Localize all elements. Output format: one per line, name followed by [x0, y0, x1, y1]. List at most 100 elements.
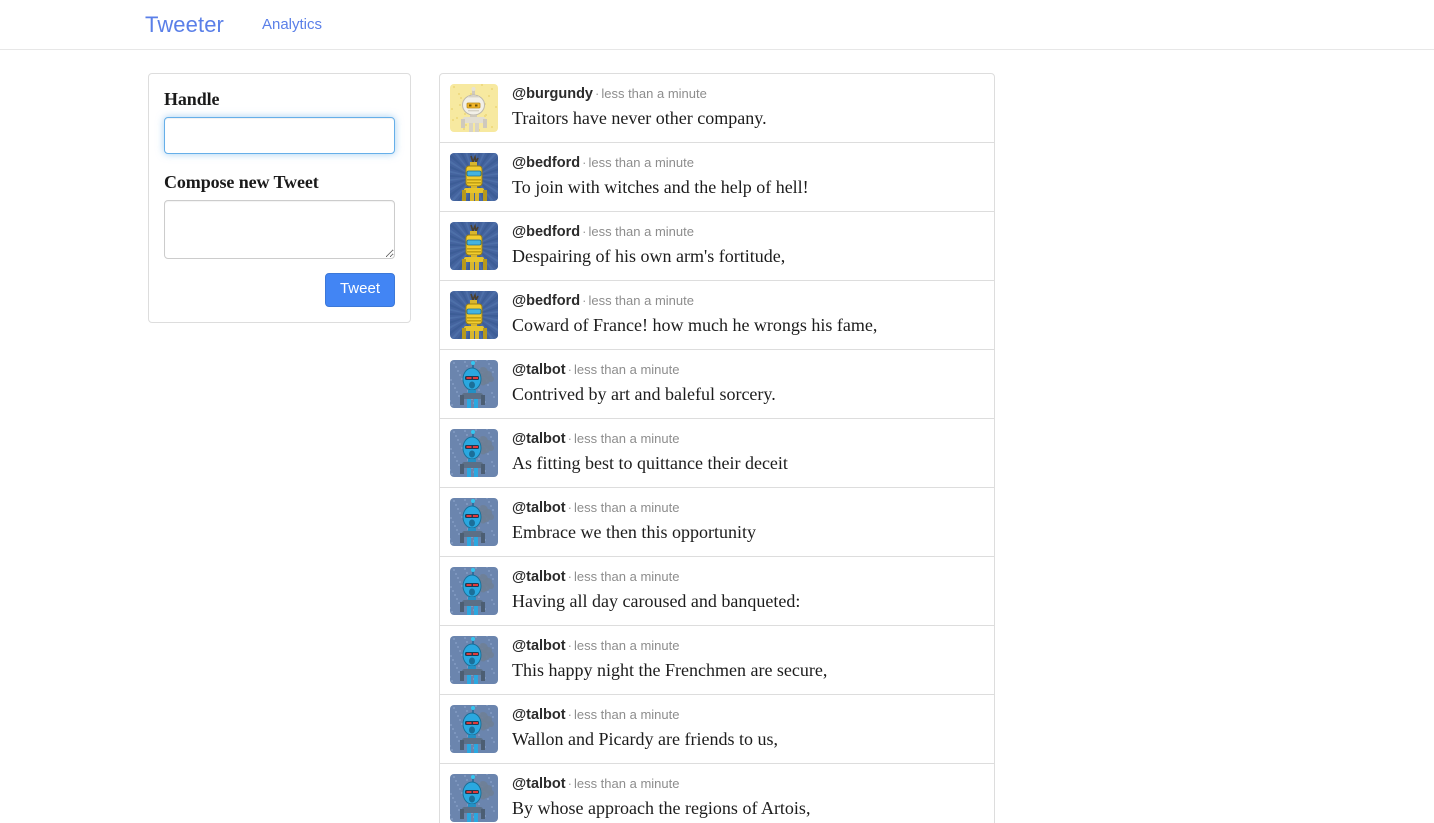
- meta-separator: ·: [582, 155, 587, 170]
- tweet-text: Despairing of his own arm's fortitude,: [512, 246, 786, 267]
- tweet-meta: @bedford · less than a minute: [512, 292, 877, 310]
- tweet-meta: @talbot · less than a minute: [512, 430, 788, 448]
- tweet-body: @talbot · less than a minute Having all day…: [512, 567, 800, 613]
- tweet-timestamp: less than a minute: [573, 362, 680, 377]
- tweet-body: @talbot · less than a minute Wallon and Pic…: [512, 705, 778, 751]
- nav-link-analytics[interactable]: Analytics: [262, 17, 322, 32]
- tweet-body: @bedford · less than a minute Despairing of…: [512, 222, 785, 268]
- meta-separator: ·: [567, 638, 572, 653]
- compose-textarea[interactable]: [164, 200, 395, 259]
- tweet-text: Coward of France! how much he wrongs his…: [512, 315, 878, 336]
- tweet-body: @talbot · less than a minute Embrace we the…: [512, 498, 756, 544]
- tweet-meta: @talbot · less than a minute: [512, 499, 756, 517]
- tweet-row[interactable]: @bedford · less than a minute To join with …: [440, 143, 994, 212]
- tweet-timestamp: less than a minute: [573, 776, 680, 791]
- meta-separator: ·: [567, 707, 572, 722]
- tweet-meta: @talbot · less than a minute: [512, 706, 778, 724]
- tweet-handle[interactable]: @talbot: [512, 500, 566, 516]
- tweet-body: @bedford · less than a minute Coward of Fra…: [512, 291, 877, 337]
- tweet-handle[interactable]: @bedford: [512, 293, 580, 309]
- tweet-timestamp: less than a minute: [573, 707, 680, 722]
- robot-avatar-talbot-icon: [450, 567, 498, 615]
- tweet-meta: @talbot · less than a minute: [512, 775, 810, 793]
- tweet-row[interactable]: @talbot · less than a minute Wallon and Pic…: [440, 695, 994, 764]
- tweet-handle[interactable]: @bedford: [512, 155, 580, 171]
- robot-avatar-burgundy-icon: [450, 84, 498, 132]
- tweet-timestamp: less than a minute: [573, 500, 680, 515]
- tweet-handle[interactable]: @talbot: [512, 569, 566, 585]
- meta-separator: ·: [567, 362, 572, 377]
- tweet-meta: @talbot · less than a minute: [512, 568, 800, 586]
- tweet-row[interactable]: @talbot · less than a minute As fitting bes…: [440, 419, 994, 488]
- tweet-body: @burgundy · less than a minute Traitors hav…: [512, 84, 767, 130]
- navbar: Tweeter Analytics: [0, 0, 1434, 50]
- robot-avatar-talbot-icon: [450, 498, 498, 546]
- tweet-row[interactable]: @burgundy · less than a minute Traitors hav…: [440, 74, 994, 143]
- tweet-body: @talbot · less than a minute As fitting bes…: [512, 429, 788, 475]
- tweet-timestamp: less than a minute: [573, 569, 680, 584]
- meta-separator: ·: [567, 776, 572, 791]
- handle-label: Handle: [164, 89, 220, 109]
- tweet-body: @talbot · less than a minute Contrived by a…: [512, 360, 776, 406]
- page-body: Handle Compose new Tweet Tweet @burgundy…: [0, 50, 1434, 823]
- robot-avatar-bedford-icon: [450, 153, 498, 201]
- meta-separator: ·: [595, 86, 600, 101]
- tweet-timestamp: less than a minute: [588, 224, 694, 239]
- tweet-text: This happy night the Frenchmen are secur…: [512, 660, 828, 681]
- tweet-body: @bedford · less than a minute To join with …: [512, 153, 809, 199]
- robot-avatar-bedford-icon: [450, 222, 498, 270]
- tweet-meta: @burgundy · less than a minute: [512, 85, 767, 103]
- meta-separator: ·: [567, 431, 572, 446]
- robot-avatar-talbot-icon: [450, 429, 498, 477]
- compose-panel: Handle Compose new Tweet Tweet: [148, 73, 411, 323]
- tweet-meta: @talbot · less than a minute: [512, 361, 776, 379]
- tweet-handle[interactable]: @talbot: [512, 707, 566, 723]
- tweet-submit-button[interactable]: Tweet: [324, 273, 395, 307]
- tweet-body: @talbot · less than a minute By whose appro…: [512, 774, 810, 820]
- tweet-timestamp: less than a minute: [588, 293, 694, 308]
- tweet-handle[interactable]: @talbot: [512, 776, 566, 792]
- tweet-row[interactable]: @bedford · less than a minute Coward of Fra…: [440, 281, 994, 350]
- tweet-text: Wallon and Picardy are friends to us,: [512, 729, 778, 750]
- tweet-text: Traitors have never other company.: [512, 108, 767, 129]
- robot-avatar-talbot-icon: [450, 705, 498, 753]
- tweet-row[interactable]: @talbot · less than a minute This happy nig…: [440, 626, 994, 695]
- robot-avatar-talbot-icon: [450, 636, 498, 684]
- tweet-row[interactable]: @talbot · less than a minute Having all day…: [440, 557, 994, 626]
- tweet-timestamp: less than a minute: [573, 638, 680, 653]
- compose-label: Compose new Tweet: [164, 172, 319, 192]
- tweet-handle[interactable]: @talbot: [512, 638, 566, 654]
- handle-input[interactable]: [164, 117, 395, 154]
- tweet-handle[interactable]: @talbot: [512, 431, 566, 447]
- tweet-meta: @talbot · less than a minute: [512, 637, 827, 655]
- tweet-body: @talbot · less than a minute This happy nig…: [512, 636, 827, 682]
- tweet-text: Contrived by art and baleful sorcery.: [512, 384, 776, 405]
- tweet-text: By whose approach the regions of Artois,: [512, 798, 811, 819]
- tweet-row[interactable]: @talbot · less than a minute Contrived by a…: [440, 350, 994, 419]
- compose-actions: Tweet: [164, 273, 395, 307]
- tweet-feed: @burgundy · less than a minute Traitors hav…: [439, 73, 995, 823]
- meta-separator: ·: [567, 500, 572, 515]
- meta-separator: ·: [582, 224, 587, 239]
- meta-separator: ·: [582, 293, 587, 308]
- robot-avatar-bedford-icon: [450, 291, 498, 339]
- tweet-handle[interactable]: @talbot: [512, 362, 566, 378]
- robot-avatar-talbot-icon: [450, 360, 498, 408]
- tweet-row[interactable]: @talbot · less than a minute Embrace we the…: [440, 488, 994, 557]
- tweet-text: Having all day caroused and banqueted:: [512, 591, 801, 612]
- tweet-timestamp: less than a minute: [588, 155, 694, 170]
- tweet-row[interactable]: @talbot · less than a minute By whose appro…: [440, 764, 994, 823]
- tweet-meta: @bedford · less than a minute: [512, 223, 785, 241]
- robot-avatar-talbot-icon: [450, 774, 498, 822]
- tweet-text: To join with witches and the help of hel…: [512, 177, 809, 198]
- brand-link[interactable]: Tweeter: [145, 13, 224, 36]
- meta-separator: ·: [567, 569, 572, 584]
- tweet-text: As fitting best to quittance their decei…: [512, 453, 788, 474]
- tweet-text: Embrace we then this opportunity: [512, 522, 756, 543]
- tweet-timestamp: less than a minute: [601, 86, 707, 101]
- tweet-row[interactable]: @bedford · less than a minute Despairing of…: [440, 212, 994, 281]
- tweet-handle[interactable]: @bedford: [512, 224, 580, 240]
- tweet-handle[interactable]: @burgundy: [512, 86, 593, 102]
- tweet-timestamp: less than a minute: [573, 431, 680, 446]
- tweet-meta: @bedford · less than a minute: [512, 154, 809, 172]
